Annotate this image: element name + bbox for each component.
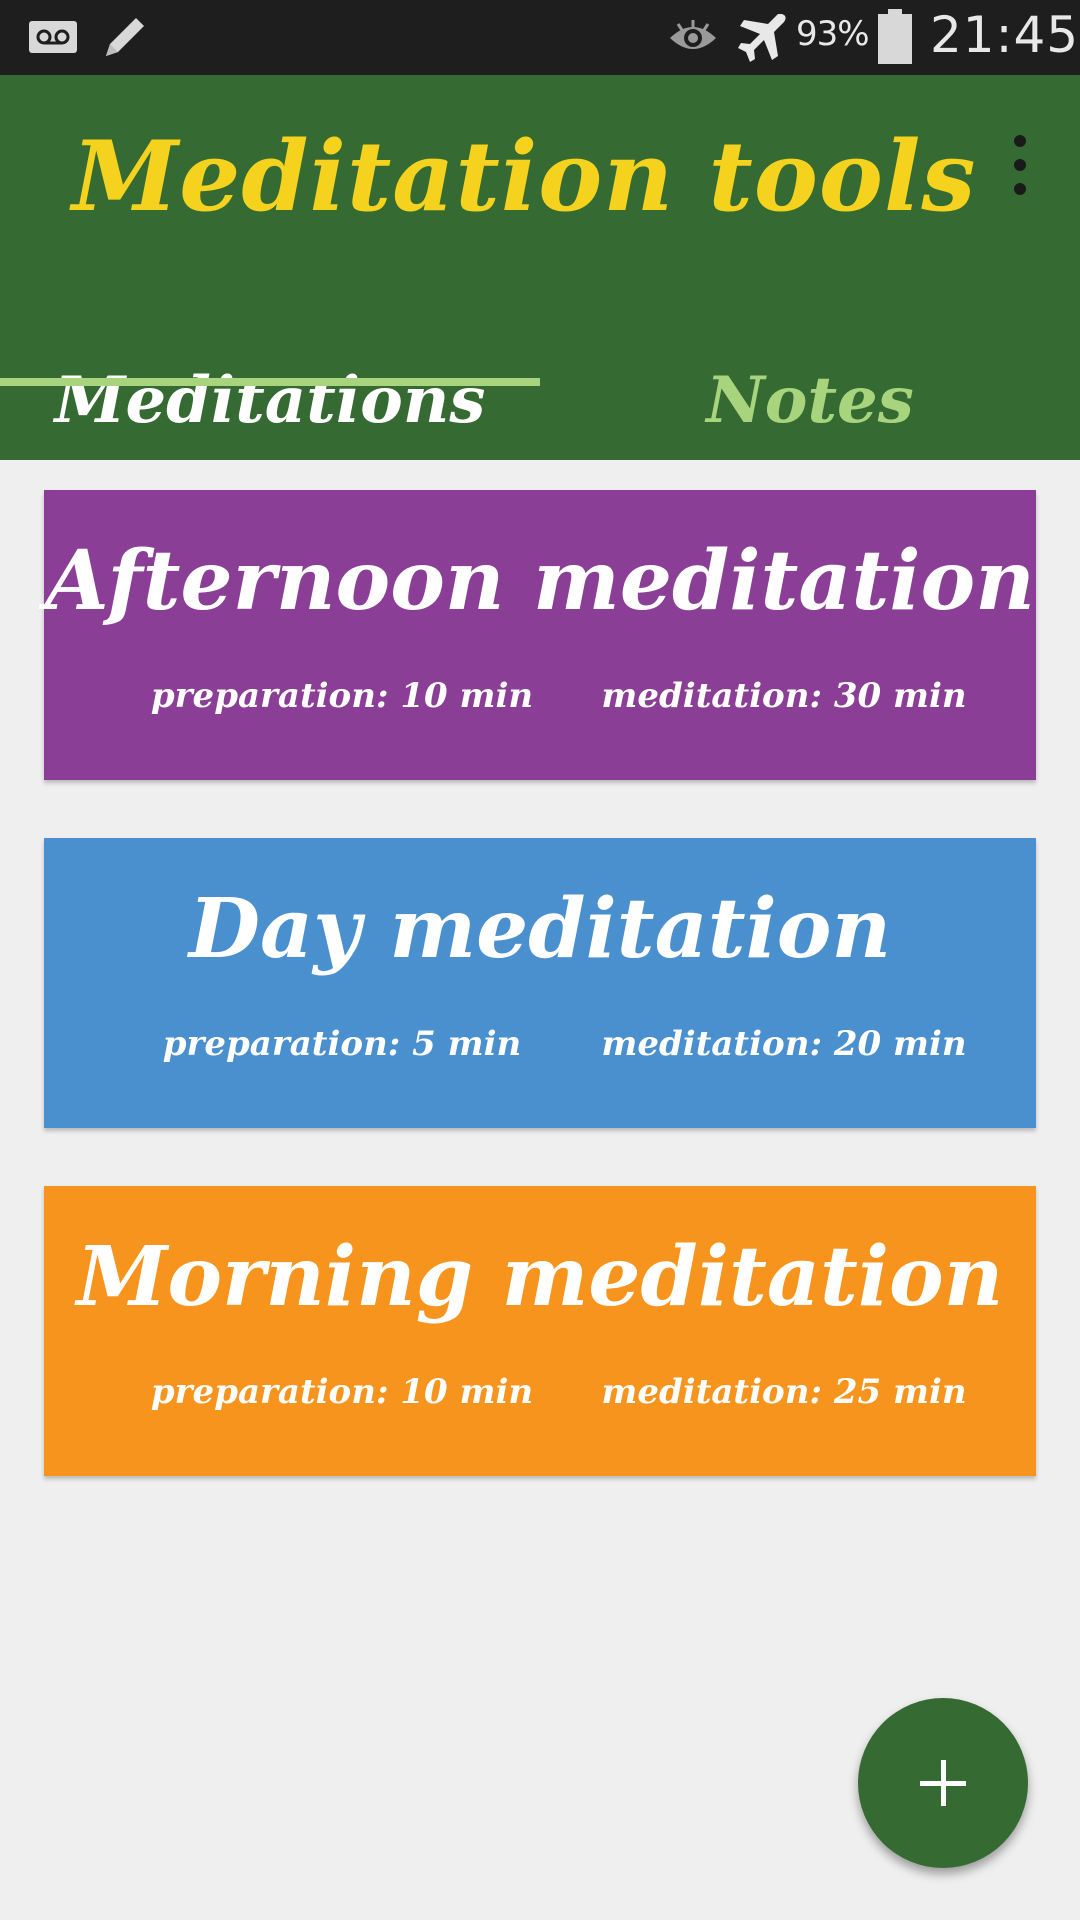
tab-notes[interactable]: Notes — [540, 340, 1080, 460]
battery-icon — [877, 9, 913, 69]
meditation-card[interactable]: Day meditation preparation: 5 min medita… — [44, 838, 1036, 1128]
more-vert-icon[interactable] — [990, 125, 1050, 205]
preparation-time: preparation: 10 min — [150, 1372, 534, 1412]
meditation-title: Afternoon meditation — [45, 533, 1035, 629]
meditation-time: meditation: 30 min — [601, 676, 967, 716]
voicemail-icon — [28, 20, 78, 58]
screen: 93% 21:45 Meditation tools Meditations N… — [0, 0, 1080, 1920]
eye-icon — [668, 20, 718, 60]
airplane-mode-icon — [738, 10, 790, 70]
meditation-card[interactable]: Morning meditation preparation: 10 min m… — [44, 1186, 1036, 1476]
tab-indicator — [0, 378, 540, 386]
meditation-title: Morning meditation — [76, 1229, 1004, 1325]
status-bar: 93% 21:45 — [0, 0, 1080, 75]
preparation-time: preparation: 10 min — [150, 676, 534, 716]
meditation-time: meditation: 20 min — [601, 1024, 967, 1064]
tab-meditations[interactable]: Meditations — [0, 340, 540, 460]
clock: 21:45 — [930, 6, 1080, 64]
meditation-time: meditation: 25 min — [601, 1372, 967, 1412]
pencil-icon — [100, 12, 150, 66]
app-title: Meditation tools — [72, 120, 977, 233]
add-meditation-button[interactable] — [858, 1698, 1028, 1868]
app-bar: Meditation tools Meditations Notes — [0, 75, 1080, 460]
meditation-card[interactable]: Afternoon meditation preparation: 10 min… — [44, 490, 1036, 780]
preparation-time: preparation: 5 min — [162, 1024, 522, 1064]
tab-bar: Meditations Notes — [0, 340, 1080, 460]
meditation-title: Day meditation — [188, 881, 892, 977]
battery-percent: 93% — [796, 14, 870, 54]
